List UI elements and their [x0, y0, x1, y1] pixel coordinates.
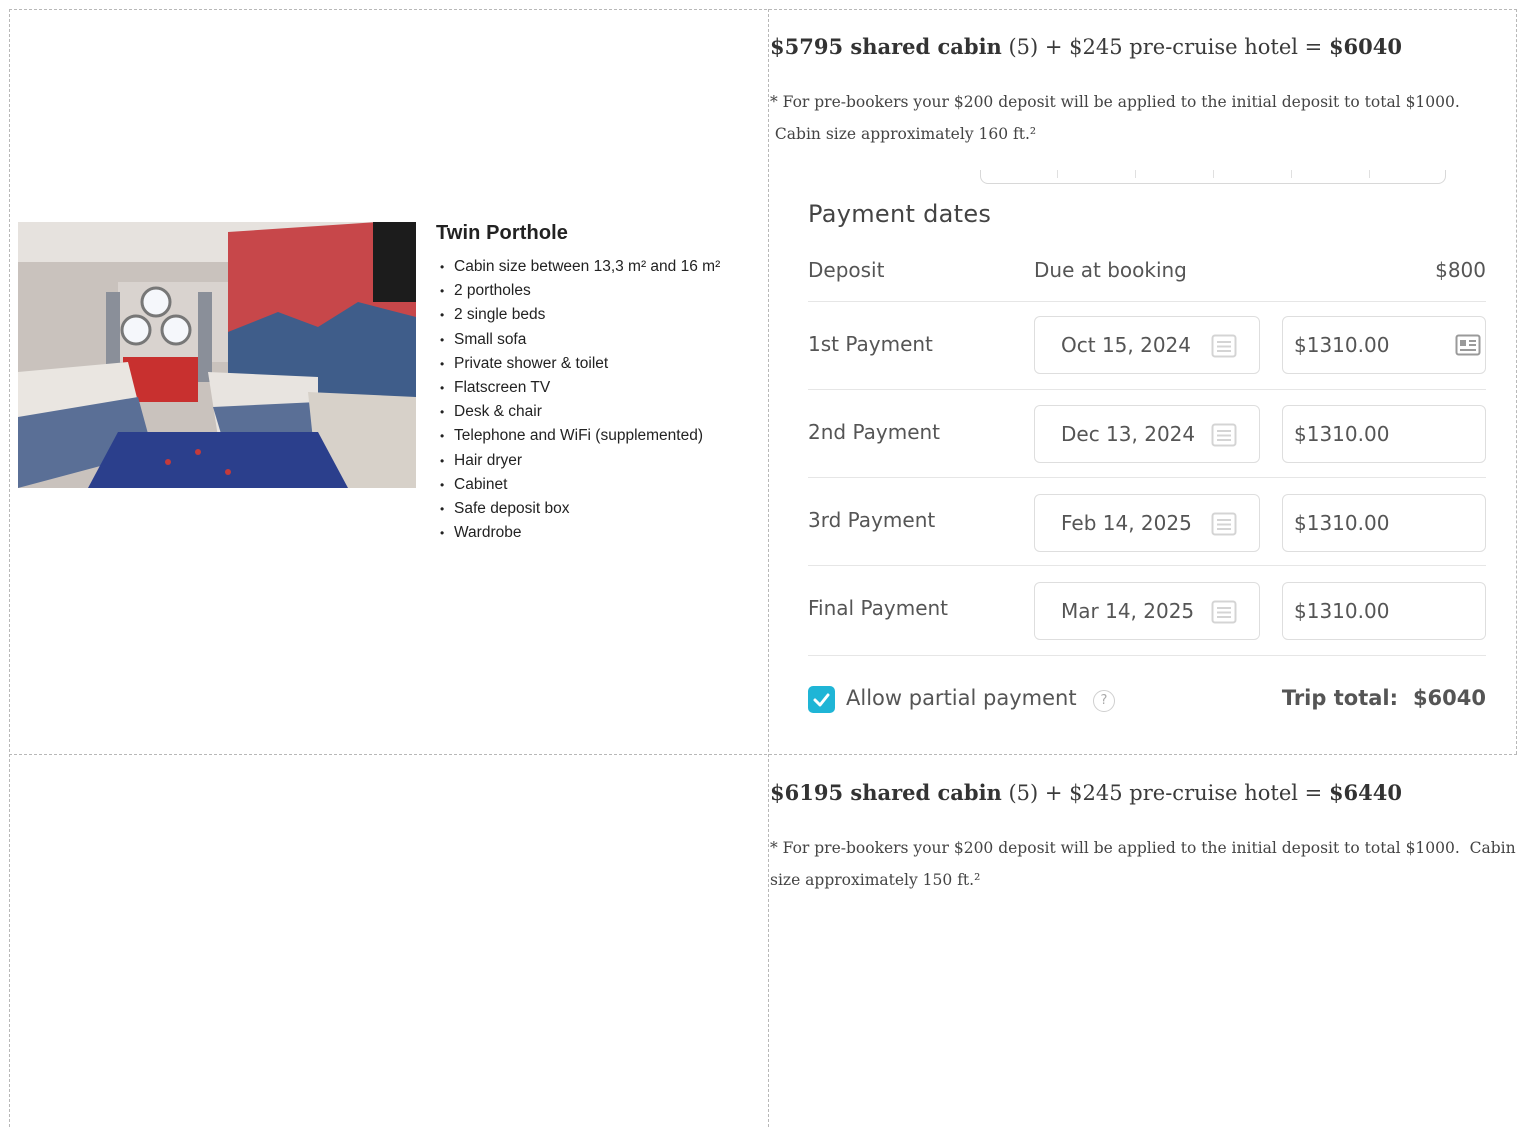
- payment-amount-value: $1310.00: [1294, 333, 1390, 357]
- note-line: * For pre-bookers your $200 deposit will…: [770, 93, 1460, 111]
- list-item: Small sofa: [436, 328, 720, 352]
- deposit-row: Deposit Due at booking $800: [808, 256, 1486, 302]
- list-item: Cabinet: [436, 473, 720, 497]
- payment-amount-field[interactable]: $1310.00: [1282, 494, 1486, 552]
- list-item: Private shower & toilet: [436, 352, 720, 376]
- list-item: Desk & chair: [436, 400, 720, 424]
- payment-label: Final Payment: [808, 596, 949, 620]
- deposit-due: Due at booking: [1034, 258, 1187, 282]
- payment-date-field[interactable]: Oct 15, 2024: [1034, 316, 1260, 374]
- list-item: Safe deposit box: [436, 497, 720, 521]
- payment-amount-value: $1310.00: [1294, 422, 1390, 446]
- payment-label: 3rd Payment: [808, 508, 936, 532]
- payment-amount-field[interactable]: $1310.00: [1282, 405, 1486, 463]
- payment-row: 2nd Payment Dec 13, 2024 $1310.00: [808, 390, 1486, 478]
- calendar-icon[interactable]: [1211, 599, 1237, 625]
- price-breakdown: (5) + $245 pre-cruise hotel =: [1001, 35, 1329, 59]
- table-border-top: [9, 9, 1517, 10]
- table-column-divider: [768, 9, 769, 1127]
- allow-partial-payment-checkbox[interactable]: [808, 686, 835, 713]
- payment-date-field[interactable]: Dec 13, 2024: [1034, 405, 1260, 463]
- payment-date-field[interactable]: Mar 14, 2025: [1034, 582, 1260, 640]
- cabin-features-list: Cabin size between 13,3 m² and 16 m² 2 p…: [436, 255, 720, 546]
- price-line-2: $6195 shared cabin (5) + $245 pre-cruise…: [770, 780, 1402, 805]
- payment-date-value: Feb 14, 2025: [1061, 511, 1192, 535]
- payment-row: 3rd Payment Feb 14, 2025 $1310.00: [808, 478, 1486, 566]
- table-border-right: [1516, 9, 1517, 754]
- help-icon[interactable]: ?: [1093, 690, 1115, 712]
- table-border-left: [9, 9, 10, 1127]
- calendar-icon[interactable]: [1211, 422, 1237, 448]
- list-item: 2 portholes: [436, 279, 720, 303]
- payment-amount-value: $1310.00: [1294, 599, 1390, 623]
- payment-amount-field[interactable]: $1310.00: [1282, 582, 1486, 640]
- price-total: $6440: [1328, 780, 1402, 805]
- deposit-amount: $800: [1435, 258, 1486, 282]
- payment-date-field[interactable]: Feb 14, 2025: [1034, 494, 1260, 552]
- payment-label: 1st Payment: [808, 332, 933, 356]
- previous-section-edge: [980, 170, 1446, 184]
- payment-date-value: Dec 13, 2024: [1061, 422, 1196, 446]
- list-item: Flatscreen TV: [436, 376, 720, 400]
- payment-row: 1st Payment Oct 15, 2024 $1310.00: [808, 302, 1486, 390]
- deposit-note-2: * For pre-bookers your $200 deposit will…: [770, 832, 1516, 896]
- list-item: Wardrobe: [436, 521, 720, 545]
- deposit-note-1: * For pre-bookers your $200 deposit will…: [770, 86, 1460, 150]
- payment-dates-heading: Payment dates: [808, 200, 992, 228]
- payment-date-value: Oct 15, 2024: [1061, 333, 1191, 357]
- partial-payment-row: Allow partial payment ? Trip total: $604…: [808, 684, 1486, 718]
- cabin-photo: [18, 222, 416, 488]
- cabin-info: Twin Porthole Cabin size between 13,3 m²…: [436, 222, 720, 546]
- list-item: Telephone and WiFi (supplemented): [436, 424, 720, 448]
- calendar-icon[interactable]: [1211, 333, 1237, 359]
- payment-dates-panel: Payment dates Deposit Due at booking $80…: [772, 160, 1512, 750]
- payment-amount-field[interactable]: $1310.00: [1282, 316, 1486, 374]
- payment-label: 2nd Payment: [808, 420, 941, 444]
- note-line: Cabin size approximately 160 ft.²: [770, 125, 1037, 143]
- trip-total-label: Trip total:: [1281, 686, 1398, 710]
- note-line: size approximately 150 ft.²: [770, 871, 981, 889]
- price-breakdown: (5) + $245 pre-cruise hotel =: [1001, 781, 1329, 805]
- price-label: $6195 shared cabin: [770, 780, 1002, 805]
- price-total: $6040: [1328, 34, 1402, 59]
- price-line-1: $5795 shared cabin (5) + $245 pre-cruise…: [770, 34, 1402, 59]
- contact-card-icon: [1455, 334, 1481, 356]
- calendar-icon[interactable]: [1211, 511, 1237, 537]
- allow-partial-payment-label[interactable]: Allow partial payment: [846, 686, 1077, 710]
- list-item: Cabin size between 13,3 m² and 16 m²: [436, 255, 720, 279]
- price-label: $5795 shared cabin: [770, 34, 1002, 59]
- table-row-divider: [9, 754, 1517, 755]
- payment-amount-value: $1310.00: [1294, 511, 1390, 535]
- list-item: 2 single beds: [436, 303, 720, 327]
- list-item: Hair dryer: [436, 449, 720, 473]
- deposit-label: Deposit: [808, 258, 885, 282]
- payment-date-value: Mar 14, 2025: [1061, 599, 1195, 623]
- checkmark-icon: [813, 693, 830, 707]
- trip-total-value: $6040: [1412, 686, 1486, 710]
- cabin-title: Twin Porthole: [436, 222, 569, 244]
- payment-row: Final Payment Mar 14, 2025 $1310.00: [808, 566, 1486, 656]
- note-line: * For pre-bookers your $200 deposit will…: [770, 839, 1516, 857]
